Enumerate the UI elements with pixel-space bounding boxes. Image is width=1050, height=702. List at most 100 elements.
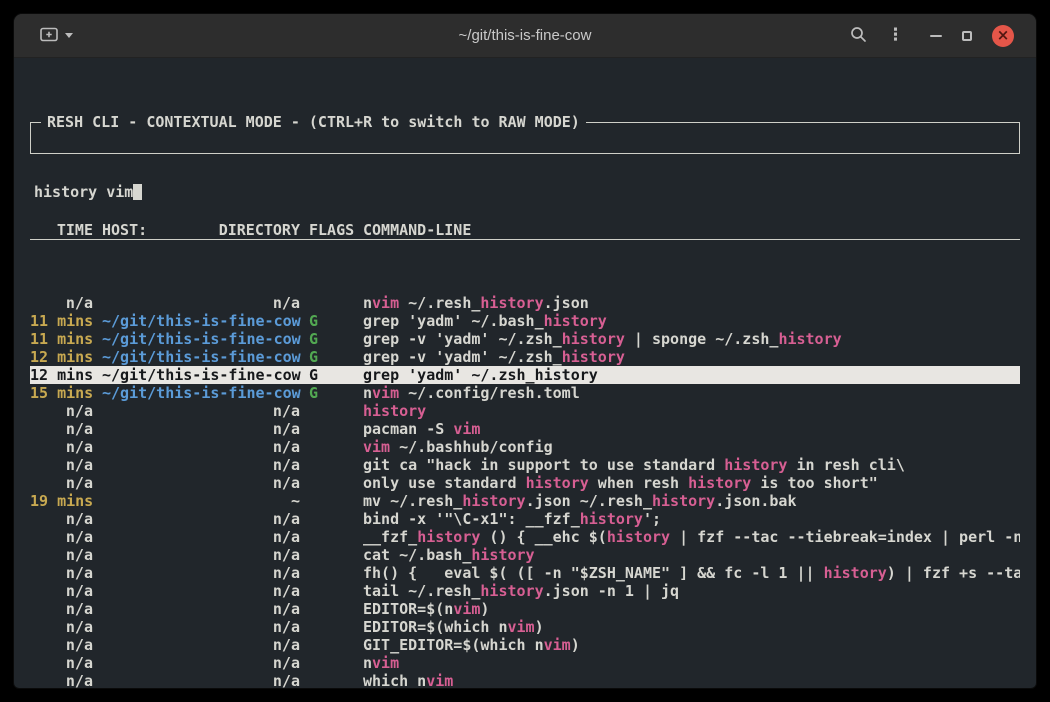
command-cell: nvim ~/.resh_history.json (363, 294, 1020, 312)
host-directory-cell: n/a (102, 510, 300, 528)
command-cell: grep 'yadm' ~/.bash_history (363, 312, 1020, 330)
command-cell: grep 'yadm' ~/.zsh_history (363, 366, 1020, 384)
time-cell: n/a (30, 528, 93, 546)
command-cell: only use standard history when resh hist… (363, 474, 1020, 492)
match-highlight: history (607, 528, 670, 546)
history-row[interactable]: n/an/a__fzf_history () { __ehc $(history… (30, 528, 1020, 546)
host-directory-cell: ~/git/this-is-fine-cow (102, 348, 300, 366)
new-tab-button[interactable] (40, 27, 73, 45)
time-cell: n/a (30, 456, 93, 474)
time-cell: n/a (30, 294, 93, 312)
host-directory-cell: ~ (102, 492, 300, 510)
command-cell: fh() { eval $( ([ -n "$ZSH_NAME" ] && fc… (363, 564, 1020, 582)
match-highlight: vim (453, 600, 480, 618)
time-cell: n/a (30, 510, 93, 528)
history-row[interactable]: n/an/awhich nvim (30, 672, 1020, 688)
host-directory-cell: ~/git/this-is-fine-cow (102, 384, 300, 402)
match-highlight: history (778, 330, 841, 348)
time-cell: n/a (30, 582, 93, 600)
time-cell: n/a (30, 600, 93, 618)
minimize-icon (930, 35, 942, 37)
time-cell: n/a (30, 654, 93, 672)
match-highlight: history (580, 510, 643, 528)
match-highlight: vim (544, 636, 571, 654)
history-row[interactable]: n/an/aGIT_EDITOR=$(which nvim) (30, 636, 1020, 654)
search-box-label: RESH CLI - CONTEXTUAL MODE - (CTRL+R to … (41, 113, 586, 131)
history-row[interactable]: 12 mins~/git/this-is-fine-cowGgrep -v 'y… (30, 348, 1020, 366)
history-row[interactable]: 19 mins~mv ~/.resh_history.json ~/.resh_… (30, 492, 1020, 510)
time-cell: n/a (30, 672, 93, 688)
search-button[interactable] (850, 26, 867, 46)
host-directory-cell: ~/git/this-is-fine-cow (102, 366, 300, 384)
restore-button[interactable] (962, 31, 972, 41)
kebab-menu-icon: ⋮ (887, 27, 904, 44)
command-cell: GIT_EDITOR=$(which nvim) (363, 636, 1020, 654)
time-cell: 11 mins (30, 330, 93, 348)
history-row[interactable]: 15 mins~/git/this-is-fine-cowGnvim ~/.co… (30, 384, 1020, 402)
close-icon: × (992, 25, 1014, 47)
close-button[interactable]: × (992, 25, 1014, 47)
history-row[interactable]: n/an/aEDITOR=$(which nvim) (30, 618, 1020, 636)
match-highlight: history (480, 294, 543, 312)
command-cell: EDITOR=$(which nvim) (363, 618, 1020, 636)
time-cell: n/a (30, 636, 93, 654)
history-row[interactable]: n/an/apacman -S vim (30, 420, 1020, 438)
terminal-content: RESH CLI - CONTEXTUAL MODE - (CTRL+R to … (14, 58, 1036, 688)
host-directory-cell: n/a (102, 600, 300, 618)
match-highlight: history (652, 492, 715, 510)
flags-cell (309, 636, 354, 654)
match-highlight: history (544, 312, 607, 330)
command-cell: EDITOR=$(nvim) (363, 600, 1020, 618)
minimize-button[interactable] (930, 35, 942, 37)
host-directory-cell: ~/git/this-is-fine-cow (102, 312, 300, 330)
history-row[interactable]: n/an/anvim ~/.resh_history.json (30, 294, 1020, 312)
command-cell: __fzf_history () { __ehc $(history | fzf… (363, 528, 1020, 546)
time-cell: n/a (30, 402, 93, 420)
search-icon (850, 26, 867, 46)
history-row[interactable]: n/an/abind -x '"\C-x1": __fzf_history'; (30, 510, 1020, 528)
flags-cell (309, 654, 354, 672)
match-highlight: history (562, 348, 625, 366)
time-cell: n/a (30, 618, 93, 636)
time-cell: 15 mins (30, 384, 93, 402)
history-row[interactable]: 11 mins~/git/this-is-fine-cowGgrep 'yadm… (30, 312, 1020, 330)
match-highlight: vim (508, 618, 535, 636)
history-row[interactable]: n/an/agit ca "hack in support to use sta… (30, 456, 1020, 474)
time-cell: n/a (30, 438, 93, 456)
time-cell: n/a (30, 420, 93, 438)
menu-button[interactable]: ⋮ (887, 27, 904, 44)
history-row[interactable]: 11 mins~/git/this-is-fine-cowGgrep -v 'y… (30, 330, 1020, 348)
command-cell: history (363, 402, 1020, 420)
titlebar[interactable]: ~/git/this-is-fine-cow ⋮ × (14, 14, 1036, 58)
flags-cell (309, 582, 354, 600)
resh-search-box[interactable]: RESH CLI - CONTEXTUAL MODE - (CTRL+R to … (30, 122, 1020, 154)
flags-cell (309, 510, 354, 528)
host-directory-cell: n/a (102, 420, 300, 438)
match-highlight: history (526, 474, 589, 492)
history-row[interactable]: n/an/avim ~/.bashhub/config (30, 438, 1020, 456)
time-cell: 12 mins (30, 366, 93, 384)
flags-cell (309, 564, 354, 582)
history-row[interactable]: n/a n/a EDITOR=$(nvim) (30, 600, 1020, 618)
history-row-selected[interactable]: 12 mins~/git/this-is-fine-cowGgrep 'yadm… (30, 366, 1020, 384)
history-row[interactable]: n/an/ahistory (30, 402, 1020, 420)
history-row[interactable]: n/an/afh() { eval $( ([ -n "$ZSH_NAME" ]… (30, 564, 1020, 582)
history-row[interactable]: n/an/acat ~/.bash_history (30, 546, 1020, 564)
flags-cell (309, 402, 354, 420)
text-cursor-block (133, 184, 142, 200)
match-highlight: history (363, 402, 426, 420)
search-query-input[interactable]: history vim (34, 183, 133, 201)
command-cell: cat ~/.bash_history (363, 546, 1020, 564)
flags-cell: G (309, 348, 354, 366)
history-row[interactable]: n/an/aonly use standard history when res… (30, 474, 1020, 492)
time-cell: 12 mins (30, 348, 93, 366)
new-tab-icon (40, 27, 59, 45)
flags-cell (309, 600, 354, 618)
flags-cell (309, 420, 354, 438)
history-row[interactable]: n/an/atail ~/.resh_history.json -n 1 | j… (30, 582, 1020, 600)
flags-cell (309, 474, 354, 492)
match-highlight: history (535, 366, 598, 384)
history-table-body: n/an/anvim ~/.resh_history.json11 mins~/… (30, 294, 1020, 688)
match-highlight: history (688, 474, 751, 492)
history-row[interactable]: n/an/anvim (30, 654, 1020, 672)
